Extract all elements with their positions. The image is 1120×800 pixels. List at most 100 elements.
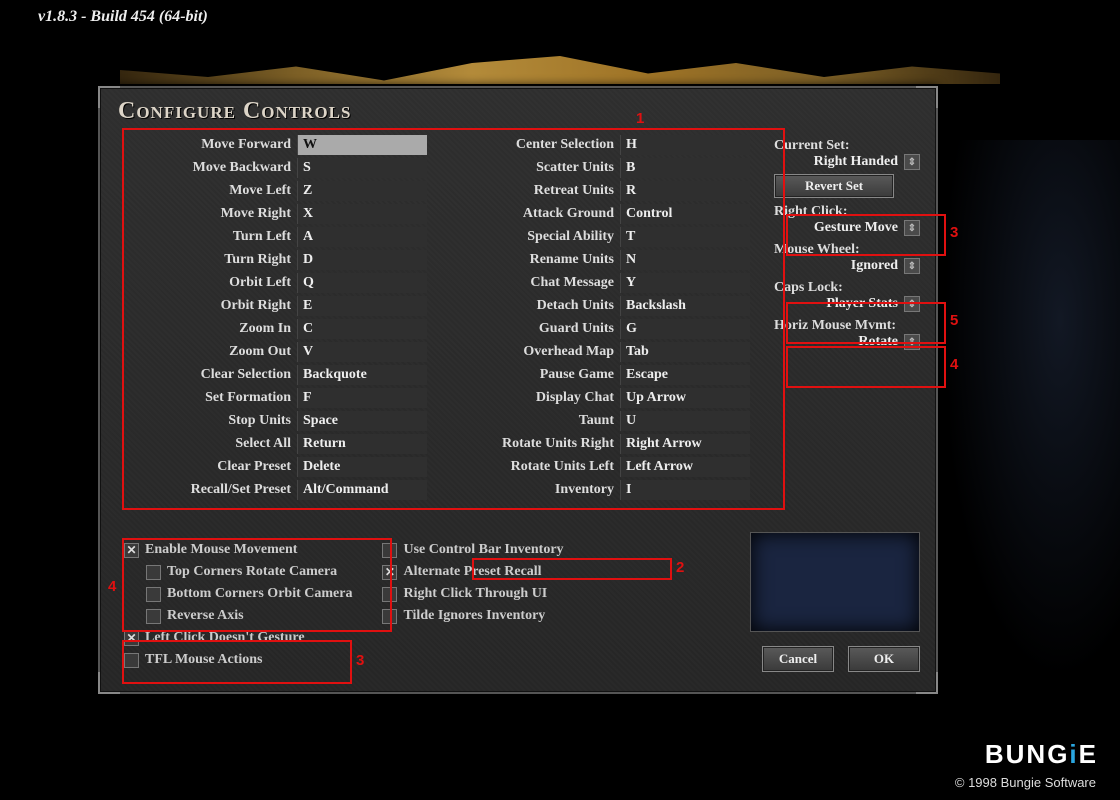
keybind-row[interactable]: Move LeftZ (122, 180, 427, 202)
keybind-value[interactable]: Up Arrow (620, 388, 750, 408)
horiz-mouse-cycle-icon[interactable]: ⇕ (904, 334, 920, 350)
revert-set-button[interactable]: Revert Set (774, 174, 894, 198)
right-click-cycle-icon[interactable]: ⇕ (904, 220, 920, 236)
keybind-value[interactable]: D (297, 250, 427, 270)
keybind-row[interactable]: Recall/Set PresetAlt/Command (122, 479, 427, 501)
checkbox-option[interactable]: TFL Mouse Actions (124, 650, 352, 670)
keybind-value[interactable]: Backslash (620, 296, 750, 316)
keybind-row[interactable]: InventoryI (445, 479, 750, 501)
keybind-row[interactable]: Zoom OutV (122, 341, 427, 363)
keybind-value[interactable]: N (620, 250, 750, 270)
keybind-row[interactable]: Display ChatUp Arrow (445, 387, 750, 409)
keybind-value[interactable]: H (620, 135, 750, 155)
cancel-button[interactable]: Cancel (762, 646, 834, 672)
keybind-row[interactable]: Rotate Units LeftLeft Arrow (445, 456, 750, 478)
keybind-value[interactable]: U (620, 411, 750, 431)
keybind-row[interactable]: Pause GameEscape (445, 364, 750, 386)
keybind-label: Recall/Set Preset (122, 482, 297, 498)
checkbox-option[interactable]: ✕Left Click Doesn't Gesture (124, 628, 352, 648)
keybind-value[interactable]: Z (297, 181, 427, 201)
keybind-value[interactable]: V (297, 342, 427, 362)
keybind-row[interactable]: Special AbilityT (445, 226, 750, 248)
keybind-value[interactable]: W (297, 135, 427, 155)
checkbox-option[interactable]: Tilde Ignores Inventory (382, 606, 563, 626)
checkbox-icon[interactable]: ✕ (124, 631, 139, 646)
keybind-value[interactable]: Delete (297, 457, 427, 477)
keybind-row[interactable]: Guard UnitsG (445, 318, 750, 340)
keybind-row[interactable]: Set FormationF (122, 387, 427, 409)
keybind-value[interactable]: A (297, 227, 427, 247)
checkbox-option[interactable]: ✕Alternate Preset Recall (382, 562, 563, 582)
checkbox-icon[interactable]: ✕ (382, 565, 397, 580)
checkbox-icon[interactable] (382, 609, 397, 624)
keybind-value[interactable]: I (620, 480, 750, 500)
keybind-value[interactable]: T (620, 227, 750, 247)
keybind-row[interactable]: Detach UnitsBackslash (445, 295, 750, 317)
keybind-value[interactable]: Control (620, 204, 750, 224)
keybind-row[interactable]: Select AllReturn (122, 433, 427, 455)
keybind-row[interactable]: Retreat UnitsR (445, 180, 750, 202)
keybind-value[interactable]: Right Arrow (620, 434, 750, 454)
mouse-wheel-cycle-icon[interactable]: ⇕ (904, 258, 920, 274)
checkbox-option[interactable]: Right Click Through UI (382, 584, 563, 604)
keybind-label: Rotate Units Left (445, 459, 620, 475)
caps-lock-cycle-icon[interactable]: ⇕ (904, 296, 920, 312)
keybind-row[interactable]: Orbit LeftQ (122, 272, 427, 294)
annotation-label-5: 5 (950, 312, 958, 329)
keybind-value[interactable]: G (620, 319, 750, 339)
checkbox-option[interactable]: ✕Enable Mouse Movement (124, 540, 352, 560)
keybind-value[interactable]: Alt/Command (297, 480, 427, 500)
keybind-row[interactable]: Move ForwardW (122, 134, 427, 156)
checkbox-option[interactable]: Use Control Bar Inventory (382, 540, 563, 560)
keybind-value[interactable]: X (297, 204, 427, 224)
keybind-row[interactable]: Rename UnitsN (445, 249, 750, 271)
keybind-row[interactable]: Clear PresetDelete (122, 456, 427, 478)
checkbox-option[interactable]: Top Corners Rotate Camera (146, 562, 352, 582)
checkbox-option[interactable]: Reverse Axis (146, 606, 352, 626)
keybind-label: Rotate Units Right (445, 436, 620, 452)
keybind-value[interactable]: C (297, 319, 427, 339)
checkbox-icon[interactable] (124, 653, 139, 668)
checkbox-option[interactable]: Bottom Corners Orbit Camera (146, 584, 352, 604)
keybind-value[interactable]: Return (297, 434, 427, 454)
right-settings: Current Set: Right Handed ⇕ Revert Set R… (774, 138, 922, 356)
keybind-row[interactable]: Stop UnitsSpace (122, 410, 427, 432)
checkbox-icon[interactable]: ✕ (124, 543, 139, 558)
checkbox-icon[interactable] (146, 587, 161, 602)
keybind-row[interactable]: Turn LeftA (122, 226, 427, 248)
keybind-label: Taunt (445, 413, 620, 429)
keybind-row[interactable]: Turn RightD (122, 249, 427, 271)
keybind-value[interactable]: Q (297, 273, 427, 293)
keybind-row[interactable]: Clear SelectionBackquote (122, 364, 427, 386)
right-click-value: Gesture Move (814, 220, 898, 236)
keybind-value[interactable]: Y (620, 273, 750, 293)
keybind-value[interactable]: E (297, 296, 427, 316)
keybind-value[interactable]: B (620, 158, 750, 178)
keybind-row[interactable]: Chat MessageY (445, 272, 750, 294)
keybind-value[interactable]: S (297, 158, 427, 178)
keybind-row[interactable]: Rotate Units RightRight Arrow (445, 433, 750, 455)
keybind-value[interactable]: Backquote (297, 365, 427, 385)
keybind-row[interactable]: Attack GroundControl (445, 203, 750, 225)
keybind-value[interactable]: Space (297, 411, 427, 431)
keybind-label: Special Ability (445, 229, 620, 245)
keybind-value[interactable]: R (620, 181, 750, 201)
keybind-value[interactable]: Tab (620, 342, 750, 362)
keybind-row[interactable]: Overhead MapTab (445, 341, 750, 363)
checkbox-icon[interactable] (382, 543, 397, 558)
keybind-value[interactable]: Escape (620, 365, 750, 385)
ok-button[interactable]: OK (848, 646, 920, 672)
checkbox-icon[interactable] (146, 609, 161, 624)
keybind-row[interactable]: Center SelectionH (445, 134, 750, 156)
keybind-value[interactable]: Left Arrow (620, 457, 750, 477)
keybind-row[interactable]: Move BackwardS (122, 157, 427, 179)
keybind-row[interactable]: Scatter UnitsB (445, 157, 750, 179)
checkbox-icon[interactable] (146, 565, 161, 580)
keybind-row[interactable]: TauntU (445, 410, 750, 432)
keybind-row[interactable]: Zoom InC (122, 318, 427, 340)
keybind-row[interactable]: Move RightX (122, 203, 427, 225)
current-set-cycle-icon[interactable]: ⇕ (904, 154, 920, 170)
checkbox-icon[interactable] (382, 587, 397, 602)
keybind-value[interactable]: F (297, 388, 427, 408)
keybind-row[interactable]: Orbit RightE (122, 295, 427, 317)
